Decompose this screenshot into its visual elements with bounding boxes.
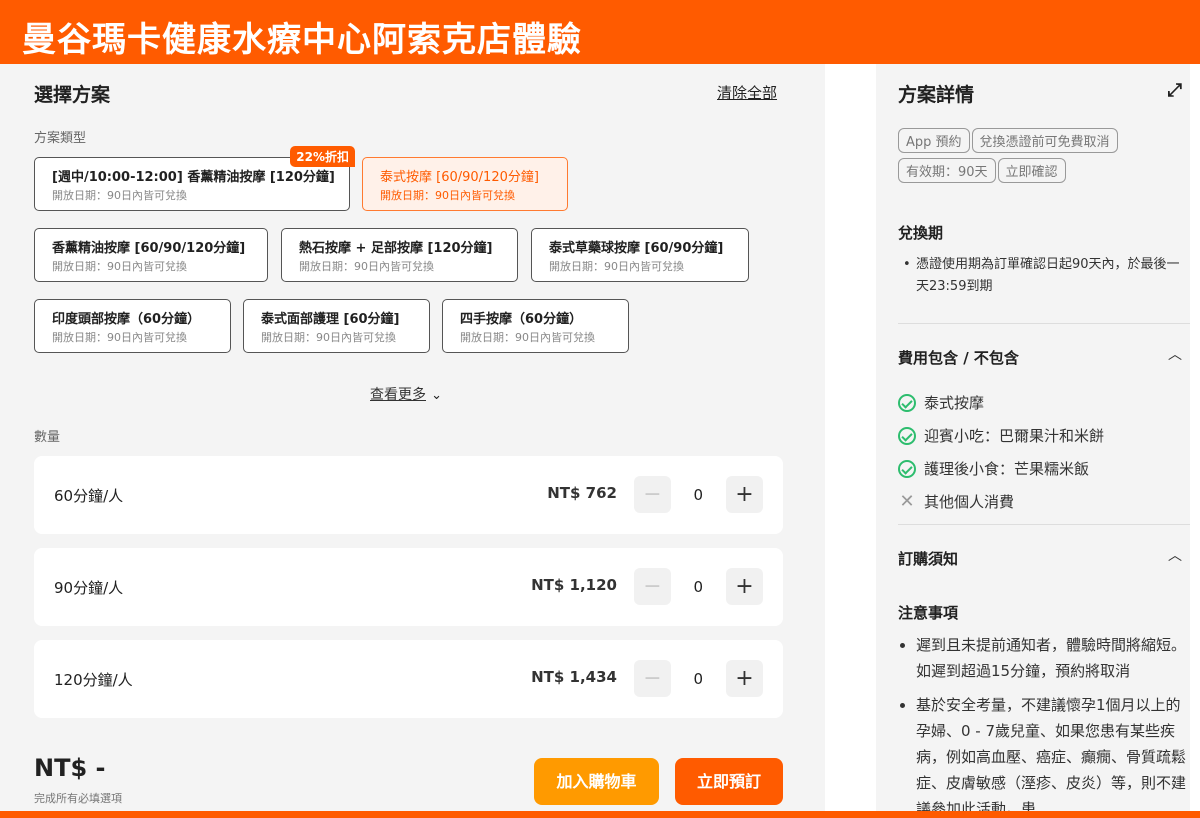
- redeem-title: 兌換期: [898, 224, 944, 242]
- tag: App 預約: [898, 128, 970, 153]
- check-icon: [898, 426, 916, 445]
- package-option-selected[interactable]: 泰式按摩 [60/90/120分鐘] 開放日期：90日內皆可兌換: [362, 157, 568, 211]
- excluded-item: ✕ 其他個人消費: [898, 485, 1104, 518]
- quantity-value: 0: [693, 670, 703, 688]
- redeem-text: • 憑證使用期為訂單確認日起90天內，於最後一天23:59到期: [903, 257, 1180, 294]
- required-hint: 完成所有必填選項: [34, 792, 122, 805]
- notice-title: 訂購須知: [898, 550, 959, 568]
- package-name: 泰式草藥球按摩 [60/90分鐘]: [549, 241, 724, 256]
- package-option[interactable]: 泰式面部護理 [60分鐘] 開放日期：90日內皆可兌換: [243, 299, 430, 353]
- package-sub: 開放日期：90日內皆可兌換: [52, 189, 187, 202]
- package-sub: 開放日期：90日內皆可兌換: [380, 189, 515, 202]
- quantity-name: 60分鐘/人: [54, 487, 124, 505]
- package-option[interactable]: 四手按摩（60分鐘） 開放日期：90日內皆可兌換: [442, 299, 629, 353]
- discount-badge: 22%折扣: [290, 146, 355, 167]
- increment-button[interactable]: +: [726, 660, 763, 697]
- page-header: 曼谷瑪卡健康水療中心阿索克店體驗: [0, 0, 1200, 64]
- package-sub: 開放日期：90日內皆可兌換: [299, 260, 434, 273]
- note-item: 遲到且未提前通知者，體驗時間將縮短。如遲到超過15分鐘，預約將取消: [898, 632, 1186, 684]
- package-name: 泰式面部護理 [60分鐘]: [261, 312, 400, 327]
- package-option[interactable]: 印度頭部按摩（60分鐘） 開放日期：90日內皆可兌換: [34, 299, 231, 353]
- quantity-price: NT$ 1,120: [531, 576, 617, 594]
- package-option[interactable]: 22%折扣 [週中/10:00-12:00] 香薰精油按摩 [120分鐘] 開放…: [34, 146, 355, 211]
- decrement-button[interactable]: −: [634, 660, 671, 697]
- included-text: 迎賓小吃：巴爾果汁和米餅: [924, 427, 1105, 445]
- see-more-button[interactable]: 查看更多 ⌄: [370, 384, 442, 404]
- details-panel: 方案詳情 ⤢ App 預約 兌換憑證前可免費取消 有效期：90天 立即確認 兌換期 …: [876, 64, 1190, 812]
- package-name: 四手按摩（60分鐘）: [460, 312, 583, 327]
- included-text: 護理後小食：芒果糯米飯: [924, 460, 1090, 478]
- decrement-button[interactable]: −: [634, 476, 671, 513]
- book-now-button[interactable]: 立即預訂: [675, 758, 783, 805]
- fee-list: 泰式按摩 迎賓小吃：巴爾果汁和米餅 護理後小食：芒果糯米飯 ✕ 其他個人消費: [898, 386, 1104, 518]
- fee-title: 費用包含 / 不包含: [898, 349, 1019, 367]
- package-name: [週中/10:00-12:00] 香薰精油按摩 [120分鐘]: [52, 170, 335, 185]
- excluded-text: 其他個人消費: [924, 493, 1015, 511]
- package-name: 泰式按摩 [60/90/120分鐘]: [380, 170, 539, 185]
- increment-button[interactable]: +: [726, 476, 763, 513]
- package-sub: 開放日期：90日內皆可兌換: [52, 260, 187, 273]
- tag: 有效期：90天: [898, 158, 996, 183]
- package-sub: 開放日期：90日內皆可兌換: [549, 260, 684, 273]
- clear-all-link[interactable]: 清除全部: [717, 82, 777, 103]
- quantity-value: 0: [693, 486, 703, 504]
- chevron-up-icon[interactable]: ︿: [1168, 545, 1182, 565]
- select-title: 選擇方案: [34, 84, 111, 106]
- quantity-label: 數量: [34, 430, 61, 445]
- included-item: 護理後小食：芒果糯米飯: [898, 452, 1104, 485]
- package-option[interactable]: 泰式草藥球按摩 [60/90分鐘] 開放日期：90日內皆可兌換: [531, 228, 749, 282]
- expand-icon[interactable]: ⤢: [1168, 80, 1182, 101]
- chevron-down-icon: ⌄: [431, 388, 442, 403]
- check-icon: [898, 393, 916, 412]
- included-item: 迎賓小吃：巴爾果汁和米餅: [898, 419, 1104, 452]
- tag: 立即確認: [997, 158, 1066, 183]
- tag: 兌換憑證前可免費取消: [971, 128, 1118, 153]
- note-item: 基於安全考量，不建議懷孕1個月以上的孕婦、0 - 7歲兒童、如果您患有某些疾病，…: [898, 692, 1186, 812]
- package-sub: 開放日期：90日內皆可兌換: [261, 331, 396, 344]
- quantity-row: 90分鐘/人 NT$ 1,120 − 0 +: [34, 548, 783, 626]
- quantity-value: 0: [693, 578, 703, 596]
- decrement-button[interactable]: −: [634, 568, 671, 605]
- quantity-row: 60分鐘/人 NT$ 762 − 0 +: [34, 456, 783, 534]
- quantity-price: NT$ 1,434: [531, 668, 617, 686]
- tag-list: App 預約 兌換憑證前可免費取消 有效期：90天 立即確認: [898, 128, 1178, 188]
- add-to-cart-button[interactable]: 加入購物車: [534, 758, 659, 805]
- close-icon: ✕: [899, 491, 915, 512]
- package-type-label: 方案類型: [34, 131, 87, 146]
- quantity-name: 120分鐘/人: [54, 671, 133, 689]
- divider: [898, 323, 1190, 324]
- quantity-name: 90分鐘/人: [54, 579, 124, 597]
- redeem-text-content: 憑證使用期為訂單確認日起90天內，於最後一天23:59到期: [916, 257, 1180, 294]
- package-selector: 選擇方案 清除全部 方案類型 22%折扣 [週中/10:00-12:00] 香薰…: [0, 64, 825, 812]
- details-title: 方案詳情: [898, 84, 975, 106]
- notes-title: 注意事項: [898, 604, 959, 622]
- quantity-price: NT$ 762: [547, 484, 617, 502]
- included-text: 泰式按摩: [924, 394, 985, 412]
- package-option[interactable]: 熱石按摩 + 足部按摩 [120分鐘] 開放日期：90日內皆可兌換: [281, 228, 518, 282]
- divider: [898, 524, 1190, 525]
- package-sub: 開放日期：90日內皆可兌換: [460, 331, 595, 344]
- included-item: 泰式按摩: [898, 386, 1104, 419]
- check-icon: [898, 459, 916, 478]
- see-more-label: 查看更多: [370, 387, 426, 403]
- chevron-up-icon[interactable]: ︿: [1168, 344, 1182, 364]
- package-name: 熱石按摩 + 足部按摩 [120分鐘]: [299, 241, 493, 256]
- quantity-row: 120分鐘/人 NT$ 1,434 − 0 +: [34, 640, 783, 718]
- package-name: 香薰精油按摩 [60/90/120分鐘]: [52, 241, 246, 256]
- package-name: 印度頭部按摩（60分鐘）: [52, 312, 201, 327]
- notes-list: 遲到且未提前通知者，體驗時間將縮短。如遲到超過15分鐘，預約將取消 基於安全考量…: [898, 632, 1186, 812]
- package-sub: 開放日期：90日內皆可兌換: [52, 331, 187, 344]
- package-option[interactable]: 香薰精油按摩 [60/90/120分鐘] 開放日期：90日內皆可兌換: [34, 228, 268, 282]
- total-price: NT$ -: [34, 754, 106, 782]
- increment-button[interactable]: +: [726, 568, 763, 605]
- bottom-accent-bar: [0, 811, 1200, 818]
